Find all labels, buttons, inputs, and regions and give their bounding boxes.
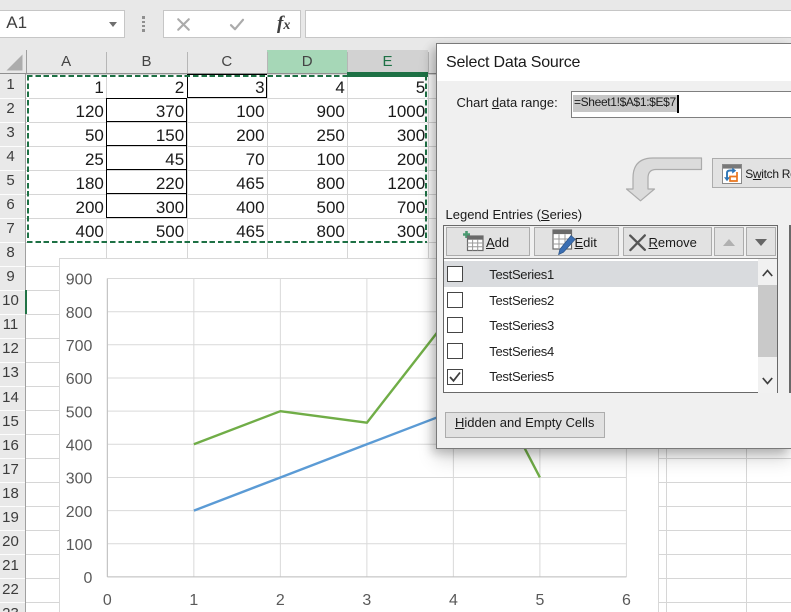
svg-text:6: 6 bbox=[622, 592, 631, 609]
svg-text:5: 5 bbox=[535, 592, 544, 609]
svg-text:4: 4 bbox=[449, 592, 458, 609]
svg-text:400: 400 bbox=[66, 437, 93, 454]
svg-text:3: 3 bbox=[362, 592, 371, 609]
svg-text:300: 300 bbox=[66, 470, 93, 487]
svg-text:500: 500 bbox=[66, 404, 93, 421]
svg-text:900: 900 bbox=[66, 271, 93, 288]
svg-text:800: 800 bbox=[66, 305, 93, 322]
svg-text:600: 600 bbox=[66, 371, 93, 388]
svg-text:200: 200 bbox=[66, 504, 93, 521]
svg-text:0: 0 bbox=[84, 570, 93, 587]
svg-text:1: 1 bbox=[189, 592, 198, 609]
svg-text:700: 700 bbox=[66, 338, 93, 355]
svg-text:2: 2 bbox=[276, 592, 285, 609]
svg-text:100: 100 bbox=[66, 537, 93, 554]
svg-text:0: 0 bbox=[103, 592, 112, 609]
